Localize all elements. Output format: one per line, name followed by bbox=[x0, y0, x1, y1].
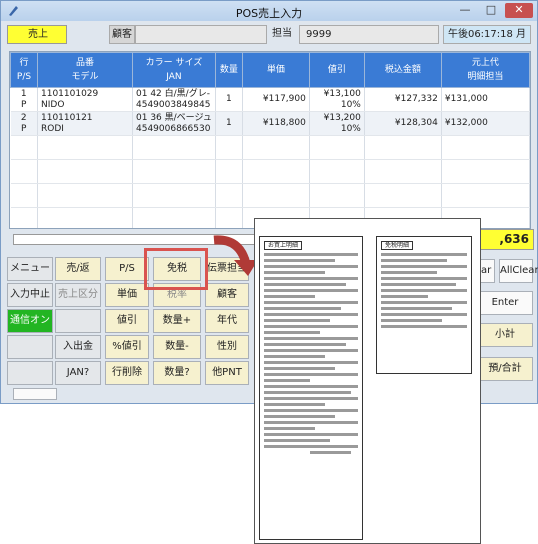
receipt-badge-2: 免税明細 bbox=[381, 241, 414, 250]
comm-on-button[interactable]: 通信オン bbox=[7, 309, 53, 333]
discount-cell: ¥13,200 10% bbox=[309, 111, 365, 136]
items-grid[interactable]: 行 P/S 品番 モデル カラー サイズ JAN 数量 単価 値引 税込金額 元上代明… bbox=[9, 51, 531, 229]
item-code: 110110121 RODI bbox=[37, 111, 133, 136]
other-pnt-button[interactable]: 他PNT bbox=[205, 361, 249, 385]
col-row-header: 行 P/S bbox=[10, 52, 38, 88]
receipt-left: お買上明細 bbox=[259, 236, 363, 540]
sale-return-button[interactable]: 売/返 bbox=[55, 257, 101, 281]
item-code: 1101101029 NIDO bbox=[37, 87, 133, 112]
col-item-header: 品番 モデル bbox=[37, 52, 133, 88]
row-no: 1P bbox=[10, 87, 38, 112]
allclear-button[interactable]: AllClear bbox=[499, 259, 538, 283]
minimize-icon[interactable]: — bbox=[453, 3, 477, 18]
cash-inout-button[interactable]: 入出金 bbox=[55, 335, 101, 359]
qty-query-button[interactable]: 数量? bbox=[153, 361, 201, 385]
col-sales-header: 元上代 明細担当 bbox=[440, 52, 530, 88]
discount-cell: ¥13,100 10% bbox=[309, 87, 365, 112]
col-discount-header: 値引 bbox=[308, 52, 365, 88]
maximize-icon[interactable]: □ bbox=[479, 3, 503, 18]
qty-cell: 1 bbox=[215, 87, 243, 112]
amount-cell: ¥127,332 bbox=[364, 87, 442, 112]
staff-label: 担当 bbox=[272, 28, 292, 39]
col-qty-header: 数量 bbox=[214, 52, 243, 88]
col-color-header: カラー サイズ JAN bbox=[132, 52, 216, 88]
qty-minus-button[interactable]: 数量- bbox=[153, 335, 201, 359]
sale-kind-button[interactable]: 売上区分 bbox=[55, 283, 101, 307]
title-bar: POS売上入力 — □ ✕ bbox=[1, 1, 537, 21]
color-size: 01 36 黒/ベージュ 4549006866530 bbox=[132, 111, 216, 136]
subtotal-button[interactable]: 小計 bbox=[477, 323, 533, 347]
blank-button-3[interactable] bbox=[7, 361, 53, 385]
discount-button[interactable]: 値引 bbox=[105, 309, 149, 333]
gender-button[interactable]: 性別 bbox=[205, 335, 249, 359]
age-button[interactable]: 年代 bbox=[205, 309, 249, 333]
customer-field[interactable] bbox=[135, 25, 267, 44]
qty-cell: 1 bbox=[215, 111, 243, 136]
delete-row-button[interactable]: 行削除 bbox=[105, 361, 149, 385]
input-stop-button[interactable]: 入力中止 bbox=[7, 283, 53, 307]
datetime-display: 午後06:17:18 月 bbox=[443, 25, 531, 44]
orig-price-cell: ¥132,000 bbox=[441, 111, 530, 136]
receipt-badge: お買上明細 bbox=[264, 241, 303, 250]
unit-price-button[interactable]: 単価 bbox=[105, 283, 149, 307]
customer-button[interactable]: 顧客 bbox=[109, 25, 135, 44]
amount-cell: ¥128,304 bbox=[364, 111, 442, 136]
col-price-header: 単価 bbox=[241, 52, 310, 88]
status-tab[interactable] bbox=[13, 388, 57, 400]
row-no: 2P bbox=[10, 111, 38, 136]
price-cell: ¥117,900 bbox=[242, 87, 310, 112]
receipt-right: 免税明細 bbox=[376, 236, 472, 374]
customer-button-2[interactable]: 顧客 bbox=[205, 283, 249, 307]
deposit-total-button[interactable]: 預/合計 bbox=[477, 357, 533, 381]
staff-code-field[interactable]: 9999 bbox=[299, 25, 439, 44]
ps-button[interactable]: P/S bbox=[105, 257, 149, 281]
menu-button[interactable]: メニューへ bbox=[7, 257, 53, 296]
color-size: 01 42 白/黒/グレ- 4549003849845 bbox=[132, 87, 216, 112]
jan-query-button[interactable]: JAN? bbox=[55, 361, 101, 385]
orig-price-cell: ¥131,000 bbox=[441, 87, 530, 112]
table-row[interactable]: 1P 1101101029 NIDO 01 42 白/黒/グレ- 454900384… bbox=[10, 87, 530, 112]
price-cell: ¥118,800 bbox=[242, 111, 310, 136]
qty-plus-button[interactable]: 数量+ bbox=[153, 309, 201, 333]
col-amount-header: 税込金額 bbox=[363, 52, 442, 88]
sales-mode-badge: 売上 bbox=[7, 25, 67, 44]
blank-button-2[interactable] bbox=[7, 335, 53, 359]
close-icon[interactable]: ✕ bbox=[505, 3, 533, 18]
pct-discount-button[interactable]: %値引 bbox=[105, 335, 149, 359]
blank-button[interactable] bbox=[55, 309, 101, 333]
enter-button[interactable]: Enter bbox=[477, 291, 533, 315]
tax-free-highlight-box bbox=[144, 248, 208, 290]
table-row[interactable]: 2P 110110121 RODI 01 36 黒/ベージュ 45490068665… bbox=[10, 111, 530, 136]
